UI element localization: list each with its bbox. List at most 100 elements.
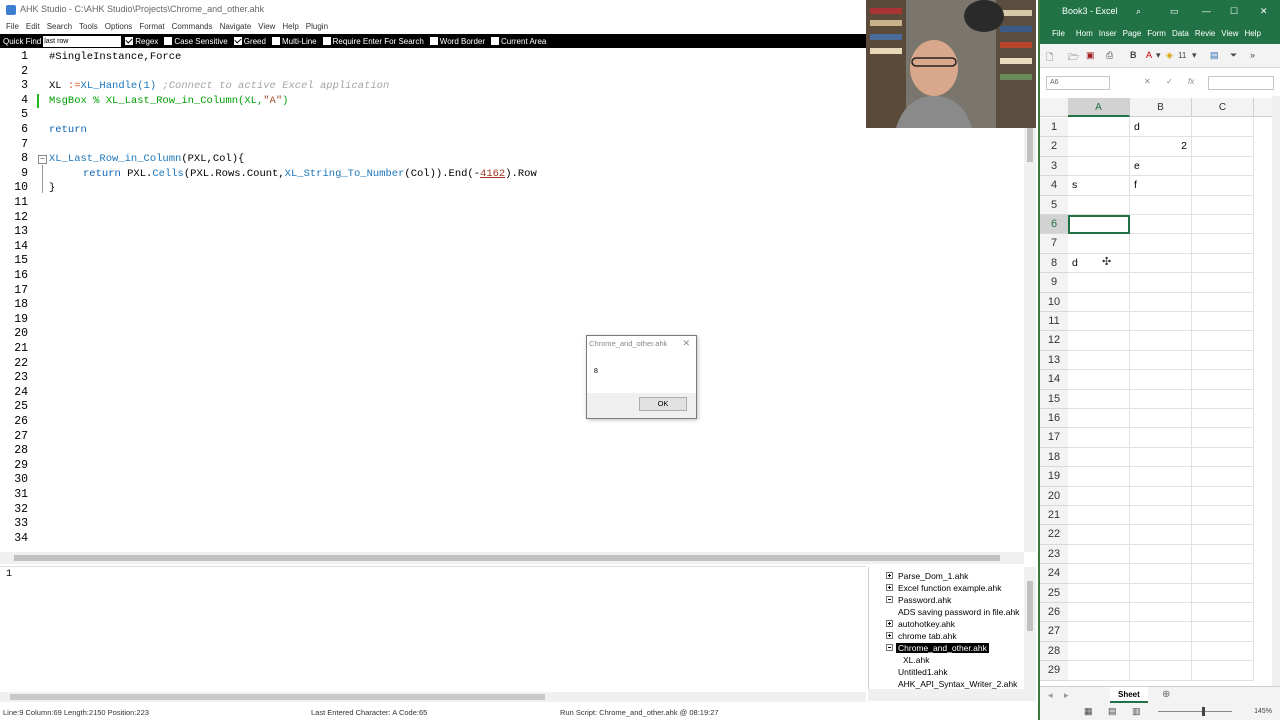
cell[interactable] (1130, 215, 1192, 235)
excel-vertical-scrollbar[interactable] (1272, 96, 1280, 686)
spreadsheet-grid[interactable]: ABC 1 d 2 2 3 e 4 s f 5 6 7 8 d 9 10 11 12 13 14 15 16 17 18 19 2… (1040, 98, 1274, 684)
word-border-checkbox[interactable] (429, 37, 438, 45)
prev-sheet-icon[interactable]: ◂ (1048, 690, 1053, 701)
open-folder-icon[interactable]: 🗁 (1068, 50, 1079, 66)
cell[interactable] (1130, 661, 1192, 681)
row-header[interactable]: 22 (1040, 525, 1068, 545)
tree-item[interactable]: Parse_Dom_1.ahk (886, 570, 970, 581)
cell[interactable]: e (1130, 156, 1192, 177)
cell[interactable]: d (1130, 118, 1192, 138)
cell[interactable] (1130, 622, 1192, 642)
cancel-icon[interactable]: ✕ (1144, 77, 1151, 86)
option-regex[interactable]: Regex (125, 37, 158, 46)
menu-navigate[interactable]: Navigate (218, 20, 257, 34)
cell[interactable] (1068, 137, 1130, 157)
cell[interactable] (1130, 253, 1192, 274)
row-header[interactable]: 21 (1040, 506, 1068, 526)
cell[interactable] (1130, 273, 1192, 293)
option-greed[interactable]: Greed (233, 37, 266, 46)
fx-icon[interactable]: fx (1188, 77, 1194, 86)
expand-icon[interactable] (886, 572, 893, 579)
expand-icon[interactable] (886, 620, 893, 627)
cell[interactable] (1192, 253, 1254, 274)
expand-icon[interactable] (886, 632, 893, 639)
cell[interactable] (1130, 370, 1192, 390)
cell[interactable] (1130, 486, 1192, 506)
menu-search[interactable]: Search (45, 20, 77, 34)
row-header[interactable]: 27 (1040, 622, 1068, 642)
cell[interactable] (1068, 195, 1130, 215)
output-pane[interactable]: 1 (0, 566, 866, 692)
ribbon-tab[interactable]: Inser (1096, 24, 1120, 44)
cell[interactable]: s (1068, 176, 1130, 196)
cell[interactable] (1068, 409, 1130, 429)
tree-item[interactable]: Untitled1.ahk (896, 666, 950, 677)
page-layout-icon[interactable]: ▤ (1108, 706, 1117, 717)
menu-edit[interactable]: Edit (24, 20, 45, 34)
cell[interactable] (1068, 641, 1130, 662)
row-header[interactable]: 26 (1040, 603, 1068, 623)
tree-item[interactable]: ADS saving password in file.ahk (896, 606, 1021, 617)
cell[interactable] (1130, 525, 1192, 545)
ribbon-tab[interactable]: View (1218, 24, 1241, 44)
row-header[interactable]: 17 (1040, 428, 1068, 448)
minimize-icon[interactable]: — (1202, 6, 1211, 16)
cell[interactable] (1068, 544, 1130, 565)
cell[interactable] (1192, 370, 1254, 390)
quick-find-input[interactable]: last row (43, 35, 122, 47)
cell[interactable] (1192, 428, 1254, 448)
cell[interactable] (1130, 564, 1192, 584)
cell[interactable] (1192, 215, 1254, 235)
cell[interactable] (1192, 525, 1254, 545)
row-header[interactable]: 18 (1040, 447, 1068, 468)
expand-icon[interactable] (886, 584, 893, 591)
cell[interactable] (1068, 661, 1130, 681)
row-header[interactable]: 9 (1040, 273, 1068, 293)
cell[interactable] (1192, 195, 1254, 215)
cell[interactable] (1130, 350, 1192, 371)
cell[interactable] (1068, 273, 1130, 293)
close-icon[interactable]: ✕ (1260, 6, 1268, 17)
tree-item[interactable]: Password.ahk (886, 594, 953, 605)
cell[interactable] (1068, 564, 1130, 584)
cell[interactable] (1130, 506, 1192, 526)
cell[interactable] (1068, 234, 1130, 254)
zoom-slider[interactable] (1158, 711, 1232, 712)
normal-view-icon[interactable]: ▦ (1084, 706, 1093, 717)
cell[interactable] (1068, 292, 1130, 312)
cell[interactable] (1068, 156, 1130, 177)
row-header[interactable]: 8 (1040, 253, 1068, 274)
ok-button[interactable]: OK (639, 397, 687, 411)
row-header[interactable]: 10 (1040, 292, 1068, 312)
column-header[interactable]: C (1192, 98, 1254, 117)
cell[interactable] (1068, 447, 1130, 468)
row-header[interactable]: 15 (1040, 389, 1068, 409)
greed-checkbox[interactable] (233, 37, 242, 45)
cell[interactable] (1192, 486, 1254, 506)
cell[interactable] (1192, 331, 1254, 351)
maximize-icon[interactable]: ☐ (1230, 6, 1238, 17)
active-cell[interactable] (1068, 215, 1130, 235)
cell[interactable] (1068, 370, 1130, 390)
next-sheet-icon[interactable]: ▸ (1064, 690, 1069, 701)
cell[interactable] (1192, 564, 1254, 584)
cell[interactable] (1192, 641, 1254, 662)
cell[interactable] (1068, 428, 1130, 448)
cell[interactable]: d (1068, 253, 1130, 274)
cell[interactable] (1068, 312, 1130, 332)
tree-item[interactable]: chrome tab.ahk (886, 630, 959, 641)
fill-color-icon[interactable]: ◈ (1166, 50, 1173, 61)
menu-commands[interactable]: Commands (170, 20, 218, 34)
cell[interactable] (1192, 583, 1254, 603)
row-header[interactable]: 11 (1040, 312, 1068, 332)
cell[interactable] (1130, 583, 1192, 603)
editor-horizontal-scrollbar[interactable] (0, 552, 1024, 564)
cell[interactable] (1068, 583, 1130, 603)
cell[interactable] (1192, 176, 1254, 196)
row-header[interactable]: 14 (1040, 370, 1068, 390)
cell[interactable] (1130, 292, 1192, 312)
tree-item[interactable]: autohotkey.ahk (886, 618, 957, 629)
cell[interactable] (1192, 234, 1254, 254)
row-header[interactable]: 20 (1040, 486, 1068, 506)
cell[interactable]: 2 (1130, 137, 1192, 157)
